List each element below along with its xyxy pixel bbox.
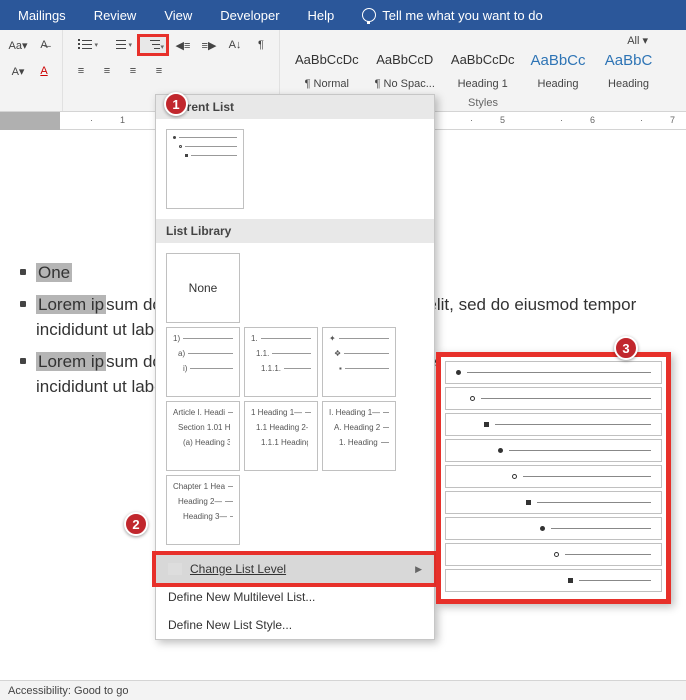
list-none-tile[interactable]: None	[166, 253, 240, 323]
styles-all-dropdown[interactable]: All ▾	[288, 32, 678, 47]
numbering-button[interactable]	[103, 34, 135, 56]
text-effects-button[interactable]: A▾	[6, 60, 30, 82]
list-library-header: List Library	[156, 219, 434, 243]
level-bullet-icon	[568, 578, 573, 583]
level-bullet-icon	[554, 552, 559, 557]
current-list-preview[interactable]	[166, 129, 244, 209]
lightbulb-icon	[362, 8, 376, 22]
multilevel-list-dropdown: Current List List Library None 1)a)i)1.1…	[155, 94, 435, 640]
library-tile-3[interactable]: Article I. HeadiSection 1.01 H(a) Headin…	[166, 401, 240, 471]
annotation-badge-1: 1	[164, 92, 188, 116]
list-level-submenu	[436, 352, 671, 604]
level-option-7[interactable]	[445, 517, 662, 540]
change-level-icon	[168, 563, 182, 575]
level-option-8[interactable]	[445, 543, 662, 566]
tab-help[interactable]: Help	[294, 0, 349, 30]
bullet-icon	[20, 301, 26, 307]
level-option-6[interactable]	[445, 491, 662, 514]
level-bullet-icon	[498, 448, 503, 453]
library-tile-1[interactable]: 1.1.1.1.1.1.	[244, 327, 318, 397]
increase-indent-button[interactable]: ≡▶	[197, 34, 221, 56]
tab-view[interactable]: View	[150, 0, 206, 30]
justify-button[interactable]: ≡	[147, 60, 171, 82]
library-tile-4[interactable]: 1 Heading 1—1.1 Heading 2—1.1.1 Heading	[244, 401, 318, 471]
bullet-icon	[20, 358, 26, 364]
status-bar: Accessibility: Good to go	[0, 680, 686, 700]
level-option-4[interactable]	[445, 439, 662, 462]
define-multilevel-item[interactable]: Define New Multilevel List...	[156, 583, 434, 611]
library-tile-6[interactable]: Chapter 1 HeaHeading 2—Heading 3—	[166, 475, 240, 545]
decrease-indent-button[interactable]: ◀≡	[171, 34, 195, 56]
library-tile-0[interactable]: 1)a)i)	[166, 327, 240, 397]
ribbon-tabs: Mailings Review View Developer Help Tell…	[0, 0, 686, 30]
accessibility-status[interactable]: Accessibility: Good to go	[8, 685, 128, 697]
tell-me-search[interactable]: Tell me what you want to do	[348, 0, 556, 30]
multilevel-list-button[interactable]	[137, 34, 169, 56]
tab-review[interactable]: Review	[80, 0, 151, 30]
tab-mailings[interactable]: Mailings	[4, 0, 80, 30]
level-option-2[interactable]	[445, 387, 662, 410]
align-right-button[interactable]: ≡	[121, 60, 145, 82]
sort-button[interactable]: A↓	[223, 34, 247, 56]
show-marks-button[interactable]: ¶	[249, 34, 273, 56]
library-tile-5[interactable]: I. Heading 1—A. Heading 21. Heading	[322, 401, 396, 471]
annotation-badge-2: 2	[124, 512, 148, 536]
bullet-icon	[20, 269, 26, 275]
tab-developer[interactable]: Developer	[206, 0, 293, 30]
style-3[interactable]: AaBbCcHeading	[523, 47, 592, 93]
align-left-button[interactable]: ≡	[69, 60, 93, 82]
level-option-5[interactable]	[445, 465, 662, 488]
library-tile-2[interactable]: ✦❖▪	[322, 327, 396, 397]
change-list-level-item[interactable]: Change List Level ▶	[152, 551, 438, 587]
current-list-header: Current List	[156, 95, 434, 119]
change-case-button[interactable]: Aa▾	[6, 34, 30, 56]
change-level-label: Change List Level	[190, 562, 286, 576]
level-option-1[interactable]	[445, 361, 662, 384]
level-bullet-icon	[470, 396, 475, 401]
style-2[interactable]: AaBbCcDcHeading 1	[444, 47, 522, 93]
annotation-badge-3: 3	[614, 336, 638, 360]
level-bullet-icon	[526, 500, 531, 505]
level-option-3[interactable]	[445, 413, 662, 436]
define-style-label: Define New List Style...	[168, 618, 292, 632]
align-center-button[interactable]: ≡	[95, 60, 119, 82]
clear-format-button[interactable]: A̶	[32, 34, 56, 56]
style-1[interactable]: AaBbCcD¶ No Spac...	[368, 47, 442, 93]
font-group: Aa▾ A̶ A▾ A	[0, 30, 63, 111]
tell-me-label: Tell me what you want to do	[382, 8, 542, 23]
submenu-arrow-icon: ▶	[415, 564, 422, 575]
style-0[interactable]: AaBbCcDc¶ Normal	[288, 47, 366, 93]
level-option-9[interactable]	[445, 569, 662, 592]
font-color-button[interactable]: A	[32, 60, 56, 82]
level-bullet-icon	[484, 422, 489, 427]
level-bullet-icon	[456, 370, 461, 375]
define-list-style-item[interactable]: Define New List Style...	[156, 611, 434, 639]
level-bullet-icon	[512, 474, 517, 479]
style-4[interactable]: AaBbCHeading	[595, 47, 663, 93]
bullets-button[interactable]	[69, 34, 101, 56]
define-list-label: Define New Multilevel List...	[168, 590, 315, 604]
level-bullet-icon	[540, 526, 545, 531]
